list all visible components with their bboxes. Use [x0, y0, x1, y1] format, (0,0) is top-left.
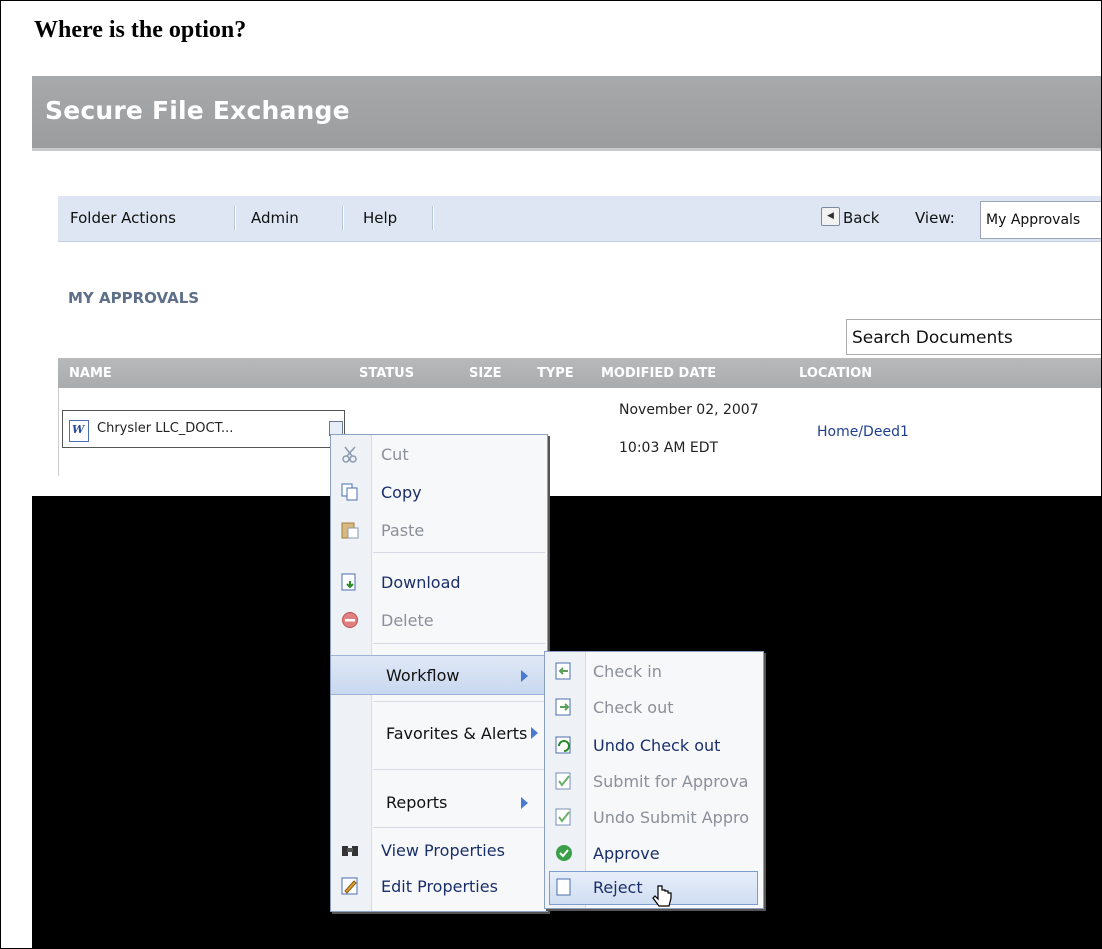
- menu-item-reports[interactable]: Reports: [331, 781, 547, 819]
- menu-label: Undo Check out: [593, 736, 721, 755]
- check-in-icon: [555, 662, 573, 680]
- menu-item-undo-submit-approval[interactable]: Undo Submit Appro: [545, 798, 763, 836]
- menu-separator: [373, 643, 545, 644]
- menu-item-undo-check-out[interactable]: Undo Check out: [545, 726, 763, 764]
- check-out-icon: [555, 698, 573, 716]
- hand-cursor-icon: [650, 884, 674, 916]
- edit-pencil-icon: [341, 877, 359, 895]
- menu-label: Submit for Approva: [593, 772, 749, 791]
- menu-label: Copy: [381, 483, 422, 502]
- menu-item-delete[interactable]: Delete: [331, 601, 547, 639]
- menu-item-submit-for-approval[interactable]: Submit for Approva: [545, 762, 763, 800]
- column-size[interactable]: SIZE: [469, 366, 502, 381]
- menu-label: Reject: [593, 878, 643, 897]
- paste-icon: [341, 521, 359, 539]
- toolbar-divider: [234, 206, 236, 230]
- page-bottom: [32, 476, 1101, 496]
- menu-item-approve[interactable]: Approve: [545, 834, 763, 872]
- copy-icon: [341, 483, 359, 501]
- modified-date: November 02, 2007: [619, 402, 759, 418]
- menu-item-check-in[interactable]: Check in: [545, 652, 763, 690]
- back-button[interactable]: Back: [843, 209, 879, 227]
- menu-label: Reports: [386, 793, 448, 812]
- menu-separator: [373, 827, 545, 828]
- menu-label: Delete: [381, 611, 434, 630]
- screenshot: Secure File Exchange Folder Actions Admi…: [32, 76, 1101, 948]
- menu-item-view-properties[interactable]: View Properties: [331, 831, 547, 869]
- menu-separator: [373, 769, 545, 770]
- approve-check-icon: [555, 844, 573, 862]
- file-name: Chrysler LLC_DOCT...: [97, 421, 234, 436]
- toolbar: Folder Actions Admin Help ◀ Back View: M…: [58, 196, 1101, 242]
- menu-item-edit-properties[interactable]: Edit Properties: [331, 867, 547, 905]
- menu-separator: [373, 701, 545, 702]
- submenu-arrow-icon: [531, 727, 538, 739]
- menu-label: Workflow: [386, 666, 460, 685]
- file-name-cell[interactable]: Chrysler LLC_DOCT...: [62, 410, 345, 448]
- menu-label: Check out: [593, 698, 674, 717]
- submenu-arrow-icon: [521, 797, 528, 809]
- column-location[interactable]: LOCATION: [799, 366, 872, 381]
- app-title-bar: Secure File Exchange: [32, 76, 1101, 151]
- submenu-arrow-icon: [521, 670, 528, 682]
- view-select[interactable]: My Approvals: [980, 201, 1101, 239]
- menu-label: Undo Submit Appro: [593, 808, 749, 827]
- help-menu[interactable]: Help: [363, 209, 397, 227]
- modified-time: 10:03 AM EDT: [619, 440, 719, 456]
- menu-item-paste[interactable]: Paste: [331, 511, 547, 549]
- menu-label: Download: [381, 573, 461, 592]
- menu-item-workflow[interactable]: Workflow: [331, 655, 547, 695]
- view-select-value: My Approvals: [986, 212, 1081, 228]
- location-link[interactable]: Home/Deed1: [817, 424, 909, 440]
- search-documents-input[interactable]: Search Documents: [846, 319, 1101, 355]
- undo-submit-icon: [555, 808, 573, 826]
- menu-label: Edit Properties: [381, 877, 498, 896]
- word-document-icon: [69, 420, 89, 442]
- menu-separator: [373, 552, 545, 553]
- menu-item-favorites-alerts[interactable]: Favorites & Alerts: [331, 713, 547, 753]
- menu-label: Paste: [381, 521, 425, 540]
- menu-label: View Properties: [381, 841, 505, 860]
- column-type[interactable]: TYPE: [537, 366, 574, 381]
- menu-item-copy[interactable]: Copy: [331, 473, 547, 511]
- figure-frame: Where is the option? Secure File Exchang…: [0, 0, 1102, 949]
- menu-item-cut[interactable]: Cut: [331, 435, 547, 473]
- undo-check-out-icon: [555, 736, 573, 754]
- column-name[interactable]: NAME: [69, 366, 112, 381]
- column-modified-date[interactable]: MODIFIED DATE: [601, 366, 716, 381]
- search-placeholder: Search Documents: [852, 328, 1013, 348]
- menu-item-download[interactable]: Download: [331, 563, 547, 601]
- table-row[interactable]: Chrysler LLC_DOCT... November 02, 2007 1…: [58, 388, 1101, 477]
- column-status[interactable]: STATUS: [359, 366, 414, 381]
- menu-label: Favorites & Alerts: [386, 724, 528, 743]
- folder-actions-menu[interactable]: Folder Actions: [70, 209, 176, 227]
- menu-label: Check in: [593, 662, 662, 681]
- table-header: NAME STATUS SIZE TYPE MODIFIED DATE LOCA…: [58, 358, 1101, 388]
- download-icon: [341, 573, 359, 591]
- menu-label: Approve: [593, 844, 660, 863]
- view-label: View:: [915, 209, 955, 227]
- admin-menu[interactable]: Admin: [251, 209, 299, 227]
- scissors-icon: [341, 445, 359, 463]
- delete-icon: [341, 611, 359, 629]
- binoculars-icon: [341, 841, 359, 859]
- toolbar-divider: [432, 206, 434, 230]
- section-title: MY APPROVALS: [68, 289, 200, 307]
- app-title: Secure File Exchange: [45, 96, 350, 125]
- context-menu: Cut Copy Paste Download Delete Workflow …: [330, 434, 548, 912]
- submit-approval-icon: [555, 772, 573, 790]
- workflow-submenu: Check in Check out Undo Check out Submit…: [544, 651, 764, 909]
- menu-label: Cut: [381, 445, 409, 464]
- back-arrow-icon[interactable]: ◀: [821, 207, 840, 226]
- reject-document-icon: [555, 878, 573, 896]
- question-text: Where is the option?: [34, 17, 247, 43]
- menu-item-check-out[interactable]: Check out: [545, 688, 763, 726]
- toolbar-divider: [342, 206, 344, 230]
